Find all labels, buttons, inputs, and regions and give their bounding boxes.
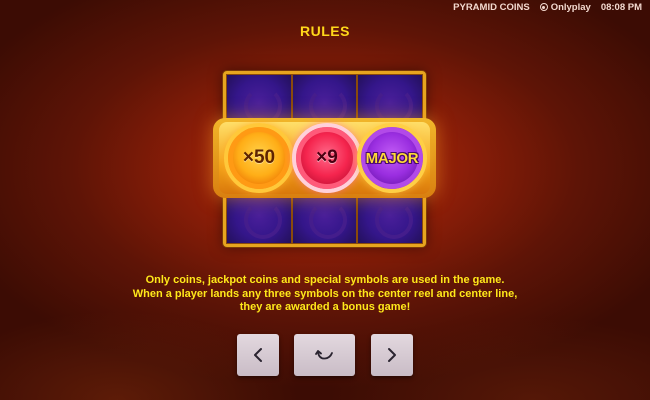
top-bar: PYRAMID COINS Onlyplay 08:08 PM (445, 0, 650, 14)
provider-name: Onlyplay (550, 1, 591, 13)
rules-line: When a player lands any three symbols on… (132, 287, 518, 300)
gold-coin-symbol: ×50 (224, 123, 294, 193)
back-button[interactable] (294, 334, 355, 376)
game-name: PYRAMID COINS (453, 1, 530, 13)
next-page-button[interactable] (371, 334, 413, 376)
rules-description: Only coins, jackpot coins and special sy… (0, 274, 650, 315)
coin-multiplier-label: ×9 (316, 147, 338, 168)
rules-line: they are awarded a bonus game! (239, 301, 411, 313)
page-title: RULES (300, 23, 350, 39)
coin-multiplier-label: ×50 (242, 147, 276, 168)
jackpot-label: MAJOR (365, 149, 419, 167)
rules-line: Only coins, jackpot coins and special sy… (145, 274, 505, 286)
previous-page-button[interactable] (237, 334, 279, 376)
chevron-right-icon (388, 348, 396, 362)
onlyplay-logo-icon (539, 3, 548, 11)
red-coin-symbol: ×9 (292, 123, 362, 193)
return-arrow-icon (314, 350, 333, 360)
clock: 08:08 PM (600, 1, 642, 13)
provider-brand: Onlyplay (539, 1, 591, 13)
chevron-left-icon (254, 348, 262, 362)
major-jackpot-coin-symbol: MAJOR (357, 123, 427, 193)
